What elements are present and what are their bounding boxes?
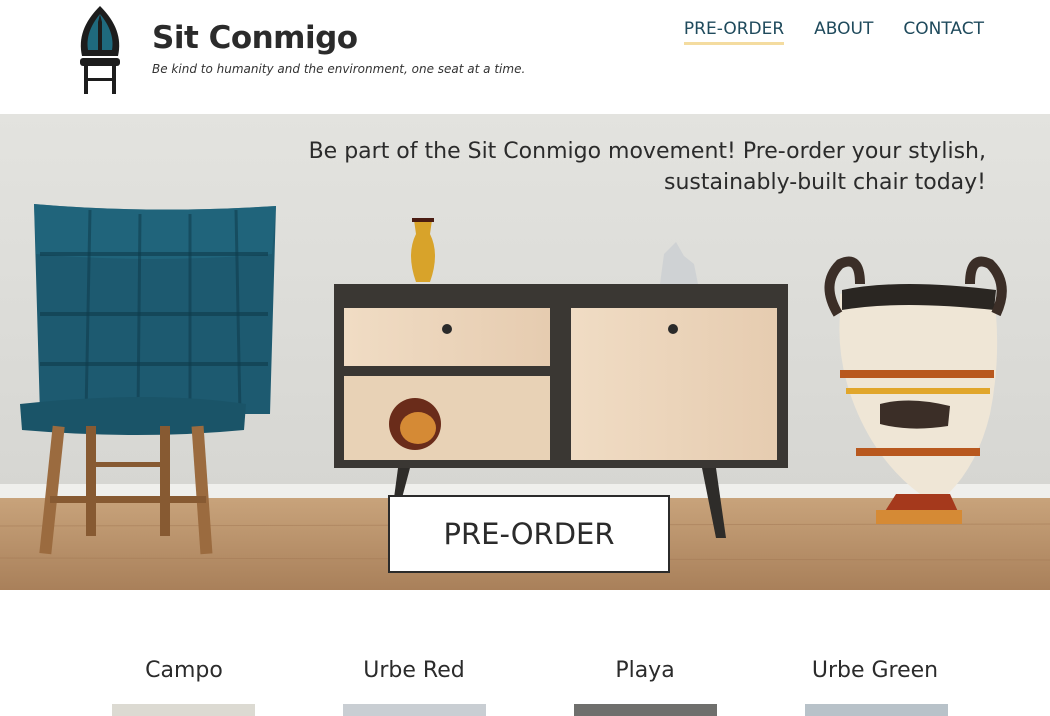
preorder-cta-button[interactable]: PRE-ORDER (388, 495, 670, 573)
hero-headline: Be part of the Sit Conmigo movement! Pre… (308, 139, 986, 195)
nav-about-link[interactable]: ABOUT (814, 19, 873, 45)
hero-banner: Be part of the Sit Conmigo movement! Pre… (0, 114, 1050, 590)
product-thumbnail[interactable] (343, 704, 486, 716)
product-card-urbe-green[interactable]: Urbe Green (775, 658, 975, 683)
brand-tagline: Be kind to humanity and the environment,… (152, 62, 526, 76)
product-thumbnail[interactable] (805, 704, 948, 716)
chair-logo-icon[interactable] (74, 4, 126, 96)
main-nav: PRE-ORDER ABOUT CONTACT (683, 19, 984, 45)
product-name[interactable]: Urbe Green (775, 658, 975, 683)
product-name[interactable]: Urbe Red (314, 658, 514, 683)
nav-contact-link[interactable]: CONTACT (903, 19, 984, 45)
product-thumbnail[interactable] (112, 704, 255, 716)
product-card-urbe-red[interactable]: Urbe Red (314, 658, 514, 683)
product-list: Campo Urbe Red Playa Urbe Green (0, 590, 1050, 716)
site-header: Sit Conmigo Be kind to humanity and the … (0, 0, 1050, 114)
product-name[interactable]: Campo (84, 658, 284, 683)
brand-title[interactable]: Sit Conmigo (152, 20, 358, 56)
product-card-playa[interactable]: Playa (545, 658, 745, 683)
nav-preorder-link[interactable]: PRE-ORDER (683, 19, 785, 45)
product-name[interactable]: Playa (545, 658, 745, 683)
product-thumbnail[interactable] (574, 704, 717, 716)
product-card-campo[interactable]: Campo (84, 658, 284, 683)
